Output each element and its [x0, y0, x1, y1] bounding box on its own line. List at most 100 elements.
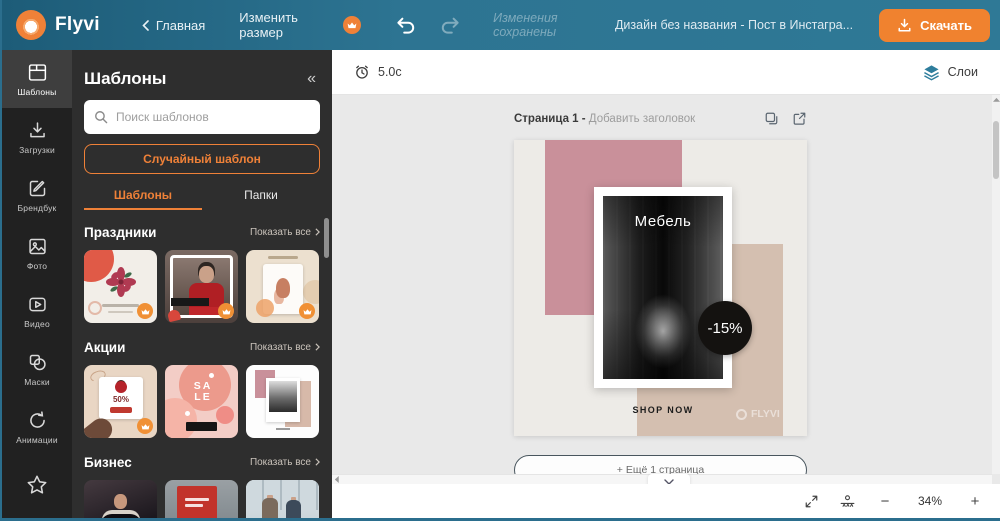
rail-item-video[interactable]: Видео	[2, 282, 72, 340]
scroll-left-arrow-icon[interactable]	[334, 476, 340, 483]
tab-templates[interactable]: Шаблоны	[84, 182, 202, 210]
vertical-scrollbar-thumb[interactable]	[993, 121, 999, 179]
canvas-area: 5.0с Слои Страница 1 - Добавить заголово…	[332, 50, 1000, 518]
decor-card	[177, 486, 217, 518]
fullscreen-button[interactable]	[804, 494, 819, 509]
scroll-up-arrow-icon[interactable]	[992, 97, 1000, 103]
layers-button[interactable]: Слои	[923, 64, 978, 81]
rail-label: Загрузки	[19, 144, 55, 155]
show-all-promos[interactable]: Показать все	[250, 342, 320, 353]
download-button[interactable]: Скачать	[879, 8, 990, 42]
redo-icon	[442, 17, 459, 34]
expand-icon	[805, 495, 818, 507]
rail-item-masks[interactable]: Маски	[2, 340, 72, 398]
search-input[interactable]	[116, 110, 310, 124]
undo-button[interactable]	[391, 12, 421, 38]
page-duration-button[interactable]: 5.0с	[354, 64, 402, 80]
panel-scrollbar-thumb[interactable]	[324, 218, 329, 258]
template-thumbnail[interactable]: SALE	[165, 365, 238, 438]
page-title-field[interactable]: Страница 1 - Добавить заголовок	[514, 113, 695, 125]
template-thumbnail[interactable]	[84, 250, 157, 323]
canvas-toolbar: 5.0с Слои	[332, 50, 1000, 95]
page-number-label: Страница 1 -	[514, 112, 589, 125]
rail-item-photo[interactable]: Фото	[2, 224, 72, 282]
alarm-clock-icon	[356, 65, 368, 79]
discount-badge-element[interactable]: -15%	[698, 301, 752, 355]
chevron-right-icon	[315, 458, 320, 466]
flyvi-watermark: FLYVI	[736, 408, 780, 420]
search-icon	[95, 111, 108, 124]
decor-text-line	[276, 428, 290, 430]
rail-label: Брендбук	[17, 202, 57, 213]
design-headline-text[interactable]: Мебель	[594, 213, 732, 230]
layers-label: Слои	[947, 65, 978, 79]
photo-frame-element[interactable]: Мебель	[594, 187, 732, 388]
collapse-pages-tab[interactable]	[648, 474, 690, 484]
zoom-in-button[interactable]: +	[966, 494, 984, 509]
zoom-out-button[interactable]: −	[876, 494, 894, 509]
flyvi-logo-icon	[16, 10, 46, 40]
template-thumbnail[interactable]	[84, 480, 157, 518]
panel-title: Шаблоны	[84, 69, 167, 88]
decor-shape	[88, 301, 102, 315]
collapse-panel-button[interactable]: «	[303, 70, 320, 88]
rail-label: Маски	[24, 376, 50, 387]
decor-photo	[266, 378, 300, 422]
fit-zoom-button[interactable]	[839, 494, 856, 509]
redo-button[interactable]	[435, 12, 465, 38]
decor-shape	[171, 298, 209, 306]
show-all-label: Показать все	[249, 341, 311, 353]
rail-label: Шаблоны	[17, 86, 57, 97]
tab-folders[interactable]: Папки	[202, 182, 320, 210]
crown-icon	[347, 22, 357, 29]
zoom-level-value[interactable]: 34%	[914, 494, 946, 508]
duplicate-page-button[interactable]	[764, 111, 779, 126]
decor-shape	[286, 500, 301, 518]
show-all-business[interactable]: Показать все	[250, 457, 320, 468]
decor-shape	[216, 406, 234, 424]
page-header: Страница 1 - Добавить заголовок	[514, 111, 807, 126]
templates-icon	[28, 63, 46, 81]
flower-graphic	[106, 267, 136, 297]
decor-shape	[276, 278, 290, 298]
show-all-label: Показать все	[249, 226, 311, 238]
chevron-right-icon	[315, 228, 320, 236]
cta-text-element[interactable]: SHOP NOW	[594, 405, 732, 415]
work-area: Страница 1 - Добавить заголовок Мебель -…	[332, 95, 1000, 484]
rail-item-elements[interactable]	[2, 456, 72, 514]
template-thumbnail[interactable]	[246, 480, 319, 518]
random-template-button[interactable]: Случайный шаблон	[84, 144, 320, 174]
flyvi-logo[interactable]: Flyvi	[16, 10, 100, 40]
home-button[interactable]: Главная	[142, 18, 205, 33]
rail-item-brandbook[interactable]: Брендбук	[2, 166, 72, 224]
crown-icon	[141, 423, 149, 429]
rail-item-templates[interactable]: Шаблоны	[2, 50, 72, 108]
section-title-holidays: Праздники	[84, 224, 157, 240]
rail-item-uploads[interactable]: Загрузки	[2, 108, 72, 166]
decor-button	[186, 422, 217, 431]
panel-tabs: Шаблоны Папки	[84, 182, 320, 210]
star-icon	[27, 475, 47, 494]
watermark-ring-icon	[736, 408, 747, 420]
duration-value: 5.0с	[378, 65, 402, 79]
template-thumbnail[interactable]	[165, 250, 238, 323]
design-page[interactable]: Мебель -15% SHOP NOW FLYVI	[514, 140, 807, 436]
premium-crown-badge	[218, 303, 234, 319]
decor-shape	[199, 266, 214, 283]
template-search[interactable]	[84, 100, 320, 134]
template-thumbnail[interactable]	[246, 365, 319, 438]
show-all-holidays[interactable]: Показать все	[250, 227, 320, 238]
resize-button[interactable]: Изменить размер	[239, 10, 362, 40]
fit-zoom-icon	[840, 494, 855, 507]
brandbook-icon	[29, 180, 45, 196]
flyvi-editor-window: Flyvi Главная Изменить размер Изменения …	[0, 0, 1000, 521]
rail-item-animations[interactable]: Анимации	[2, 398, 72, 456]
decor-text-line	[108, 311, 133, 313]
document-title[interactable]: Дизайн без названия - Пост в Инстагра...	[615, 18, 853, 32]
export-page-button[interactable]	[792, 111, 807, 126]
template-thumbnail[interactable]	[246, 250, 319, 323]
template-thumbnail[interactable]: 50%	[84, 365, 157, 438]
decor-shape	[110, 407, 132, 413]
chevron-right-icon	[315, 343, 320, 351]
template-thumbnail[interactable]	[165, 480, 238, 518]
